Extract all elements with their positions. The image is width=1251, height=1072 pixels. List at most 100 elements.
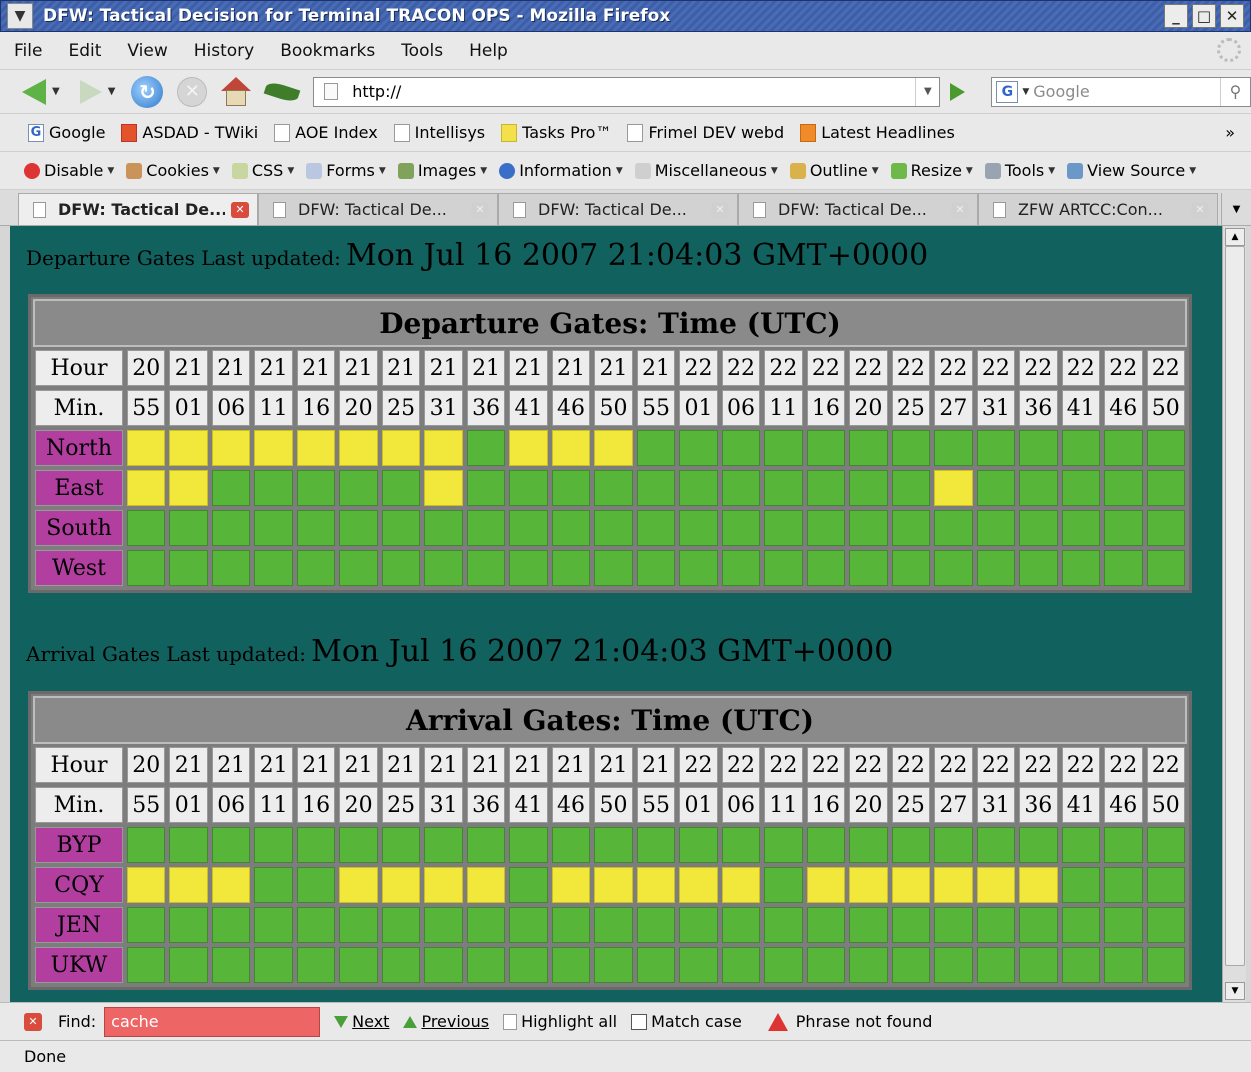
arrival-minute-cell: 50 [594, 787, 633, 823]
tab-close-icon[interactable]: ✕ [231, 201, 249, 218]
window-menu-button[interactable]: ▼ [7, 3, 33, 29]
departure-hour-cell: 22 [934, 350, 973, 386]
arrival-hour-cell: 20 [127, 747, 166, 783]
page-icon [393, 123, 410, 142]
leaf-extension-icon[interactable] [263, 79, 301, 104]
departure-updated-line: Departure Gates Last updated: Mon Jul 16… [26, 238, 928, 273]
reload-icon[interactable]: ↻ [131, 75, 164, 108]
close-window-button[interactable]: ✕ [1220, 4, 1244, 28]
dev-css[interactable]: CSS ▼ [231, 161, 294, 180]
dev-forms[interactable]: Forms ▼ [306, 161, 386, 180]
tab-dfw-tactical-4[interactable]: DFW: Tactical De... ✕ [738, 193, 978, 225]
departure-status-cell [891, 430, 931, 466]
search-placeholder[interactable]: Google [1033, 82, 1089, 101]
arrival-status-cell [381, 947, 421, 983]
tab-close-icon[interactable]: ✕ [471, 201, 489, 218]
departure-gates-title: Departure Gates: Time (UTC) [33, 299, 1187, 347]
tab-close-icon[interactable]: ✕ [1191, 201, 1209, 218]
departure-status-cell [381, 550, 421, 586]
bookmark-aoe-index[interactable]: AOE Index [274, 123, 378, 142]
departure-status-cell [976, 470, 1016, 506]
bookmark-asdad-twiki[interactable]: ASDAD - TWiki [121, 123, 258, 142]
find-next-button[interactable]: Next [334, 1012, 389, 1031]
departure-status-cell [849, 550, 888, 586]
arrival-status-cell [849, 907, 888, 943]
bookmark-frimel-dev[interactable]: Frimel DEV webd [627, 123, 784, 142]
tab-close-icon[interactable]: ✕ [711, 201, 729, 218]
dev-tools[interactable]: Tools ▼ [984, 161, 1055, 180]
dev-disable[interactable]: Disable ▼ [24, 161, 114, 180]
dev-view-source[interactable]: View Source ▼ [1067, 161, 1196, 180]
departure-status-cell [1019, 470, 1058, 506]
vertical-scrollbar[interactable]: ▲ ▼ [1222, 226, 1246, 1002]
bookmark-latest-headlines[interactable]: Latest Headlines [800, 123, 955, 142]
rss-icon [800, 123, 817, 142]
departure-hour-cell: 21 [169, 350, 208, 386]
dev-information[interactable]: Information ▼ [499, 161, 623, 180]
tab-zfw-artcc[interactable]: ZFW ARTCC:Con... ✕ [978, 193, 1218, 225]
menu-view[interactable]: View [127, 41, 167, 61]
match-case-checkbox[interactable]: Match case [631, 1012, 742, 1031]
tab-close-icon[interactable]: ✕ [951, 201, 969, 218]
bookmark-tasks-pro[interactable]: Tasks Pro™ [501, 123, 611, 142]
find-close-icon[interactable]: ✕ [24, 1012, 42, 1031]
url-text[interactable]: http:// [352, 82, 401, 101]
scrollbar-thumb[interactable] [1225, 246, 1245, 966]
arrival-updated-label: Arrival Gates Last updated: [26, 642, 307, 666]
highlight-all-button[interactable]: Highlight all [503, 1012, 617, 1031]
scroll-down-icon[interactable]: ▼ [1225, 982, 1245, 1000]
arrival-status-cell [849, 867, 888, 903]
scroll-up-icon[interactable]: ▲ [1225, 228, 1245, 246]
back-arrow-icon[interactable] [22, 78, 46, 105]
tab-list-dropdown-icon[interactable]: ▼ [1221, 193, 1251, 225]
forward-history-dropdown-icon[interactable]: ▼ [108, 86, 116, 97]
menu-bar: File Edit View History Bookmarks Tools H… [0, 32, 1251, 70]
arrival-status-cell [339, 867, 378, 903]
tab-dfw-tactical-3[interactable]: DFW: Tactical De... ✕ [498, 193, 738, 225]
engine-dropdown-icon[interactable]: ▼ [1022, 87, 1029, 97]
departure-minute-cell: 50 [1146, 390, 1185, 426]
back-history-dropdown-icon[interactable]: ▼ [52, 86, 60, 97]
menu-file[interactable]: File [14, 41, 42, 61]
menu-help[interactable]: Help [469, 41, 508, 61]
departure-status-cell [1146, 470, 1185, 506]
home-icon[interactable] [221, 76, 252, 107]
dev-cookies[interactable]: Cookies ▼ [126, 161, 220, 180]
bookmark-google[interactable]: G Google [28, 123, 105, 142]
go-arrow-icon[interactable] [950, 82, 966, 101]
menu-edit[interactable]: Edit [68, 41, 101, 61]
search-magnifier-icon[interactable]: ⚲ [1219, 77, 1250, 106]
menu-bookmarks[interactable]: Bookmarks [280, 41, 375, 61]
bookmarks-overflow-chevron[interactable]: » [1225, 123, 1235, 142]
arrival-status-cell [509, 827, 548, 863]
url-dropdown-icon[interactable]: ▼ [915, 77, 939, 106]
page-content: Departure Gates Last updated: Mon Jul 16… [10, 226, 1222, 1002]
checkbox-icon[interactable] [631, 1013, 648, 1030]
tab-dfw-tactical-1[interactable]: DFW: Tactical De... ✕ [18, 193, 258, 225]
maximize-button[interactable]: □ [1192, 4, 1216, 28]
google-engine-icon[interactable]: G [996, 80, 1019, 103]
arrival-status-cell [127, 827, 166, 863]
departure-minute-cell: 11 [764, 390, 803, 426]
arrival-status-cell [211, 947, 251, 983]
dev-images[interactable]: Images ▼ [397, 161, 487, 180]
page-icon [627, 123, 644, 142]
arrival-status-cell [679, 827, 718, 863]
dev-miscellaneous[interactable]: Miscellaneous ▼ [634, 161, 778, 180]
menu-tools[interactable]: Tools [401, 41, 443, 61]
dev-outline[interactable]: Outline ▼ [789, 161, 879, 180]
forward-arrow-icon[interactable] [79, 79, 102, 104]
search-box[interactable]: G ▼ Google ⚲ [991, 76, 1251, 107]
tab-dfw-tactical-2[interactable]: DFW: Tactical De... ✕ [258, 193, 498, 225]
bookmark-intellisys[interactable]: Intellisys [393, 123, 485, 142]
menu-history[interactable]: History [194, 41, 254, 61]
arrival-status-cell [254, 827, 293, 863]
find-previous-button[interactable]: Previous [403, 1012, 489, 1031]
url-bar[interactable]: http:// ▼ [313, 76, 941, 107]
minimize-button[interactable]: _ [1164, 4, 1188, 28]
stop-icon[interactable]: ✕ [177, 76, 208, 107]
dev-resize[interactable]: Resize ▼ [890, 161, 973, 180]
page-icon [753, 201, 766, 218]
arrival-status-cell [169, 827, 208, 863]
find-input[interactable]: cache [104, 1006, 321, 1037]
